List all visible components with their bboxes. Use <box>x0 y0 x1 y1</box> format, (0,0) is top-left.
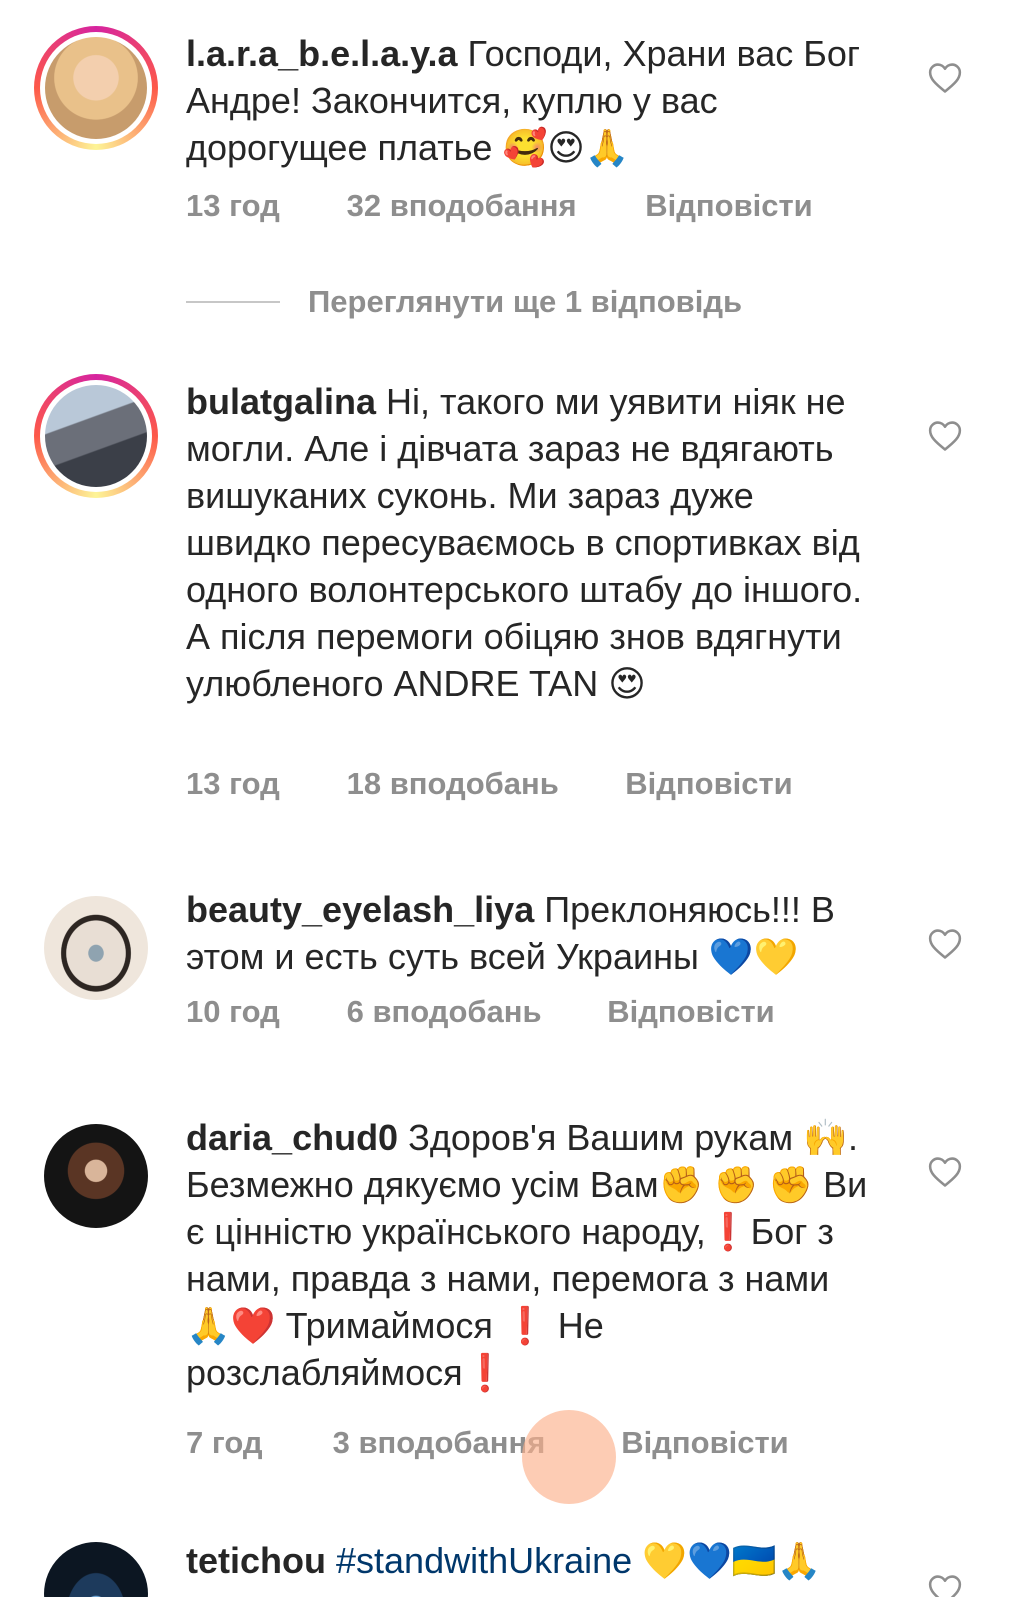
heart-outline-icon[interactable] <box>928 62 962 94</box>
comment-body: Ні, такого ми уявити ніяк не могли. Але … <box>186 381 863 704</box>
heart-outline-icon[interactable] <box>928 420 962 452</box>
comment-likes[interactable]: 32 вподобання <box>347 188 637 224</box>
reply-button[interactable]: Відповісти <box>625 766 793 802</box>
avatar[interactable] <box>34 26 158 150</box>
view-more-replies-label[interactable]: Переглянути ще 1 відповідь <box>308 284 742 320</box>
comment-meta: 13 год 18 вподобань Відповісти <box>186 766 793 802</box>
comment-time: 13 год <box>186 188 280 223</box>
reply-button[interactable]: Відповісти <box>607 994 775 1030</box>
comment-time: 13 год <box>186 766 280 801</box>
reply-button[interactable]: Відповісти <box>645 188 813 224</box>
comment-text: beauty_eyelash_liya Преклоняюсь!!! В это… <box>186 886 876 980</box>
comment-username[interactable]: daria_chud0 <box>186 1117 398 1158</box>
comment-text: l.a.r.a_b.e.l.a.y.a Господи, Храни вас Б… <box>186 30 876 171</box>
comment-meta: 7 год 3 вподобання Відповісти <box>186 1425 789 1461</box>
comment-likes[interactable]: 18 вподобань <box>347 766 617 802</box>
avatar[interactable] <box>44 1542 148 1597</box>
comment-username[interactable]: tetichou <box>186 1540 326 1581</box>
avatar[interactable] <box>44 896 148 1000</box>
comment-likes[interactable]: 6 вподобань <box>347 994 599 1030</box>
heart-outline-icon[interactable] <box>928 928 962 960</box>
avatar[interactable] <box>34 374 158 498</box>
comment-meta: 10 год 6 вподобань Відповісти <box>186 994 775 1030</box>
comment-time: 7 год <box>186 1425 263 1460</box>
comment-username[interactable]: l.a.r.a_b.e.l.a.y.a <box>186 33 458 74</box>
comment-time: 10 год <box>186 994 280 1029</box>
view-more-replies[interactable]: Переглянути ще 1 відповідь <box>186 282 742 322</box>
comment-text: bulatgalina Ні, такого ми уявити ніяк не… <box>186 378 876 707</box>
touch-indicator <box>522 1410 616 1504</box>
comment-body: #standwithUkraine 💛💙🇺🇦🙏 <box>336 1540 822 1581</box>
comment-username[interactable]: bulatgalina <box>186 381 376 422</box>
comment-text: daria_chud0 Здоров'я Вашим рукам 🙌. Безм… <box>186 1114 876 1396</box>
comment-text: tetichou #standwithUkraine 💛💙🇺🇦🙏 <box>186 1537 876 1584</box>
comment-username[interactable]: beauty_eyelash_liya <box>186 889 534 930</box>
comment-body: Здоров'я Вашим рукам 🙌. Безмежно дякуємо… <box>186 1117 868 1393</box>
divider-line <box>186 301 280 303</box>
avatar[interactable] <box>44 1124 148 1228</box>
heart-outline-icon[interactable] <box>928 1574 962 1597</box>
heart-outline-icon[interactable] <box>928 1156 962 1188</box>
comment-meta: 13 год 32 вподобання Відповісти <box>186 188 813 224</box>
reply-button[interactable]: Відповісти <box>621 1425 789 1461</box>
